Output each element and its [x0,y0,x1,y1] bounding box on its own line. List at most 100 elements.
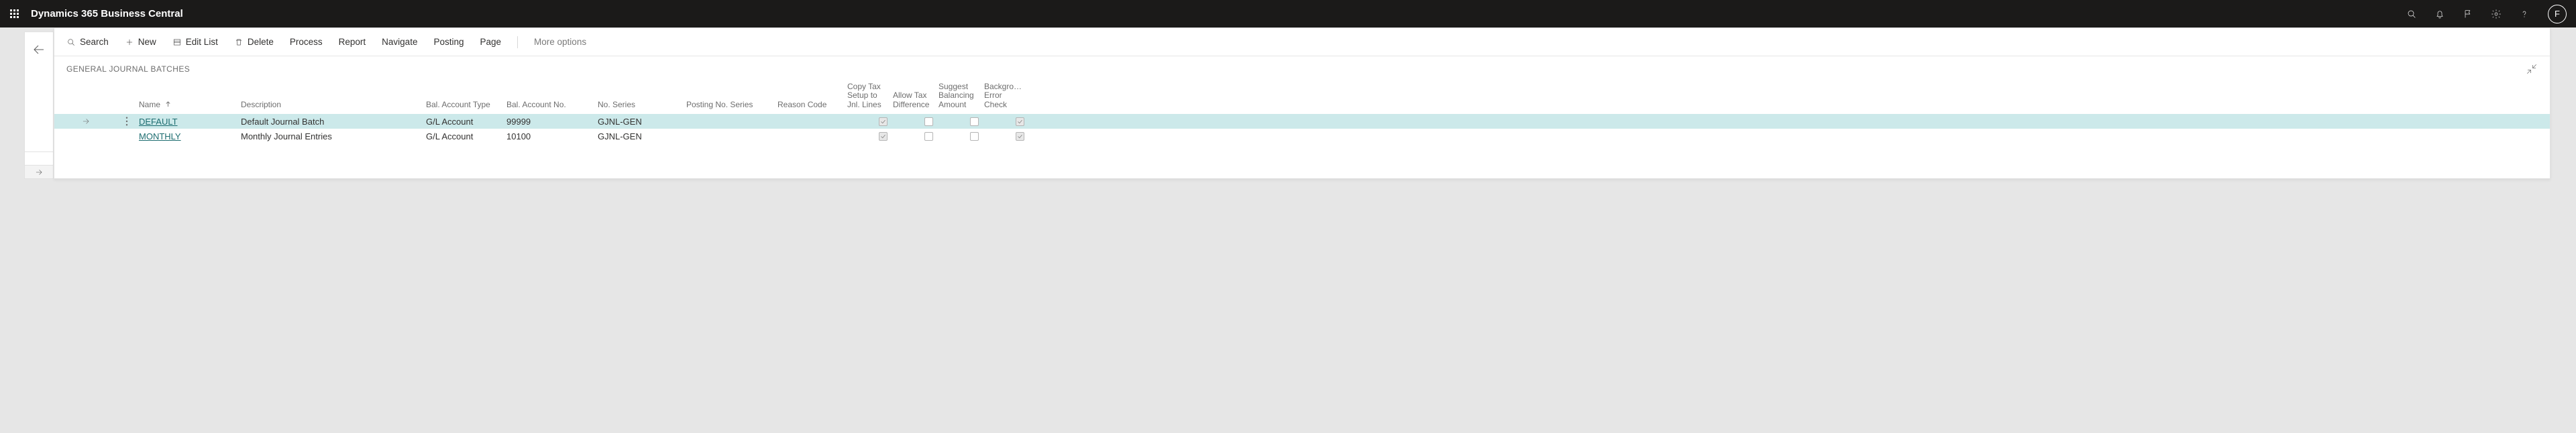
cell-bal-account-no: 99999 [504,117,595,127]
col-reason-code[interactable]: Reason Code [775,101,845,110]
grid: Name Description Bal. Account Type Bal. … [54,82,2550,178]
col-posting-no-series[interactable]: Posting No. Series [684,101,775,110]
chk-allow-tax[interactable] [924,132,933,141]
cmd-delete-label: Delete [248,37,274,47]
help-button[interactable] [2510,0,2538,27]
cell-bg-error-check [981,132,1027,141]
cell-copy-tax [845,132,890,141]
cmd-edit-list[interactable]: Edit List [172,28,218,56]
chk-suggest-balancing[interactable] [970,132,979,141]
plus-icon [125,38,134,47]
left-rail-footer-row-1 [25,151,53,165]
global-search-button[interactable] [2398,0,2426,27]
cell-allow-tax [890,117,936,126]
waffle-icon [10,9,19,18]
cmd-search[interactable]: Search [66,28,109,56]
col-name[interactable]: Name [136,101,238,110]
table-row[interactable]: DEFAULT Default Journal BatchG/L Account9… [54,114,2550,129]
kebab-icon [125,117,128,126]
left-rail-footer [25,151,53,178]
cmd-navigate-label: Navigate [382,37,417,47]
flag-icon [2463,9,2473,19]
cmd-new-label: New [138,37,156,47]
cell-suggest-balancing [936,117,981,126]
cell-name: DEFAULT [136,117,238,127]
cell-name: MONTHLY [136,131,238,141]
cell-no-series: GJNL-GEN [595,117,684,127]
col-allow-tax[interactable]: Allow Tax Difference [890,91,936,110]
cmd-posting-label: Posting [433,37,464,47]
settings-button[interactable] [2482,0,2510,27]
row-actions-button[interactable] [117,117,136,126]
user-avatar[interactable]: F [2548,5,2567,23]
left-rail [24,32,54,179]
help-icon [2519,9,2530,19]
batch-name-link[interactable]: DEFAULT [139,117,178,127]
chk-bg-error-check[interactable] [1016,132,1024,141]
col-copy-tax[interactable]: Copy Tax Setup to Jnl. Lines [845,82,890,110]
chk-bg-error-check[interactable] [1016,117,1024,126]
chk-copy-tax[interactable] [879,117,888,126]
cmd-new[interactable]: New [125,28,156,56]
collapse-button[interactable] [2526,63,2538,75]
search-icon [66,38,76,47]
batch-name-link[interactable]: MONTHLY [139,131,181,141]
app-topbar: Dynamics 365 Business Central F [0,0,2576,27]
cmdbar-divider [517,36,518,48]
arrow-right-icon [34,168,44,177]
cmd-search-label: Search [80,37,109,47]
titlebar: GENERAL JOURNAL BATCHES [54,56,2550,82]
cmd-process-label: Process [290,37,323,47]
user-initial: F [2555,9,2560,19]
bell-icon [2434,9,2445,19]
col-no-series[interactable]: No. Series [595,101,684,110]
chk-copy-tax[interactable] [879,132,888,141]
cell-allow-tax [890,132,936,141]
chk-suggest-balancing[interactable] [970,117,979,126]
cell-description: Default Journal Batch [238,117,423,127]
left-rail-footer-row-2[interactable] [25,165,53,178]
page-body: Search New Edit List Delete Process Repo… [0,27,2576,179]
cell-bal-account-type: G/L Account [423,131,504,141]
current-row-icon [81,117,91,126]
cmd-page-label: Page [480,37,502,47]
cmd-delete[interactable]: Delete [234,28,274,56]
cmd-report-label: Report [339,37,366,47]
cell-suggest-balancing [936,132,981,141]
row-gutter [54,117,117,126]
cmd-posting[interactable]: Posting [433,28,464,56]
cell-copy-tax [845,117,890,126]
flag-button[interactable] [2454,0,2482,27]
cmd-process[interactable]: Process [290,28,323,56]
app-launcher[interactable] [0,0,28,27]
app-title: Dynamics 365 Business Central [28,8,183,19]
col-suggest-balancing[interactable]: Suggest Balancing Amount [936,82,981,110]
col-bg-error-check[interactable]: Background Error Check [981,82,1027,110]
cmd-report[interactable]: Report [339,28,366,56]
cmd-page[interactable]: Page [480,28,502,56]
trash-icon [234,38,244,47]
cmd-navigate[interactable]: Navigate [382,28,417,56]
page-card: Search New Edit List Delete Process Repo… [54,27,2551,179]
cell-description: Monthly Journal Entries [238,131,423,141]
chk-allow-tax[interactable] [924,117,933,126]
page-title: GENERAL JOURNAL BATCHES [66,64,190,74]
cmd-more-label: More options [534,37,586,47]
cmd-more-options[interactable]: More options [534,28,586,56]
grid-header-row: Name Description Bal. Account Type Bal. … [54,82,2550,114]
table-row[interactable]: MONTHLY Monthly Journal EntriesG/L Accoun… [54,129,2550,143]
notifications-button[interactable] [2426,0,2454,27]
back-button[interactable] [31,42,47,58]
cell-bg-error-check [981,117,1027,126]
search-icon [2406,9,2417,19]
edit-list-icon [172,38,182,47]
cmd-edit-list-label: Edit List [186,37,218,47]
col-bal-account-type[interactable]: Bal. Account Type [423,101,504,110]
col-description[interactable]: Description [238,101,423,110]
command-bar: Search New Edit List Delete Process Repo… [54,28,2550,56]
cell-bal-account-no: 10100 [504,131,595,141]
sort-asc-icon [165,101,171,107]
cell-no-series: GJNL-GEN [595,131,684,141]
cell-bal-account-type: G/L Account [423,117,504,127]
col-bal-account-no[interactable]: Bal. Account No. [504,101,595,110]
